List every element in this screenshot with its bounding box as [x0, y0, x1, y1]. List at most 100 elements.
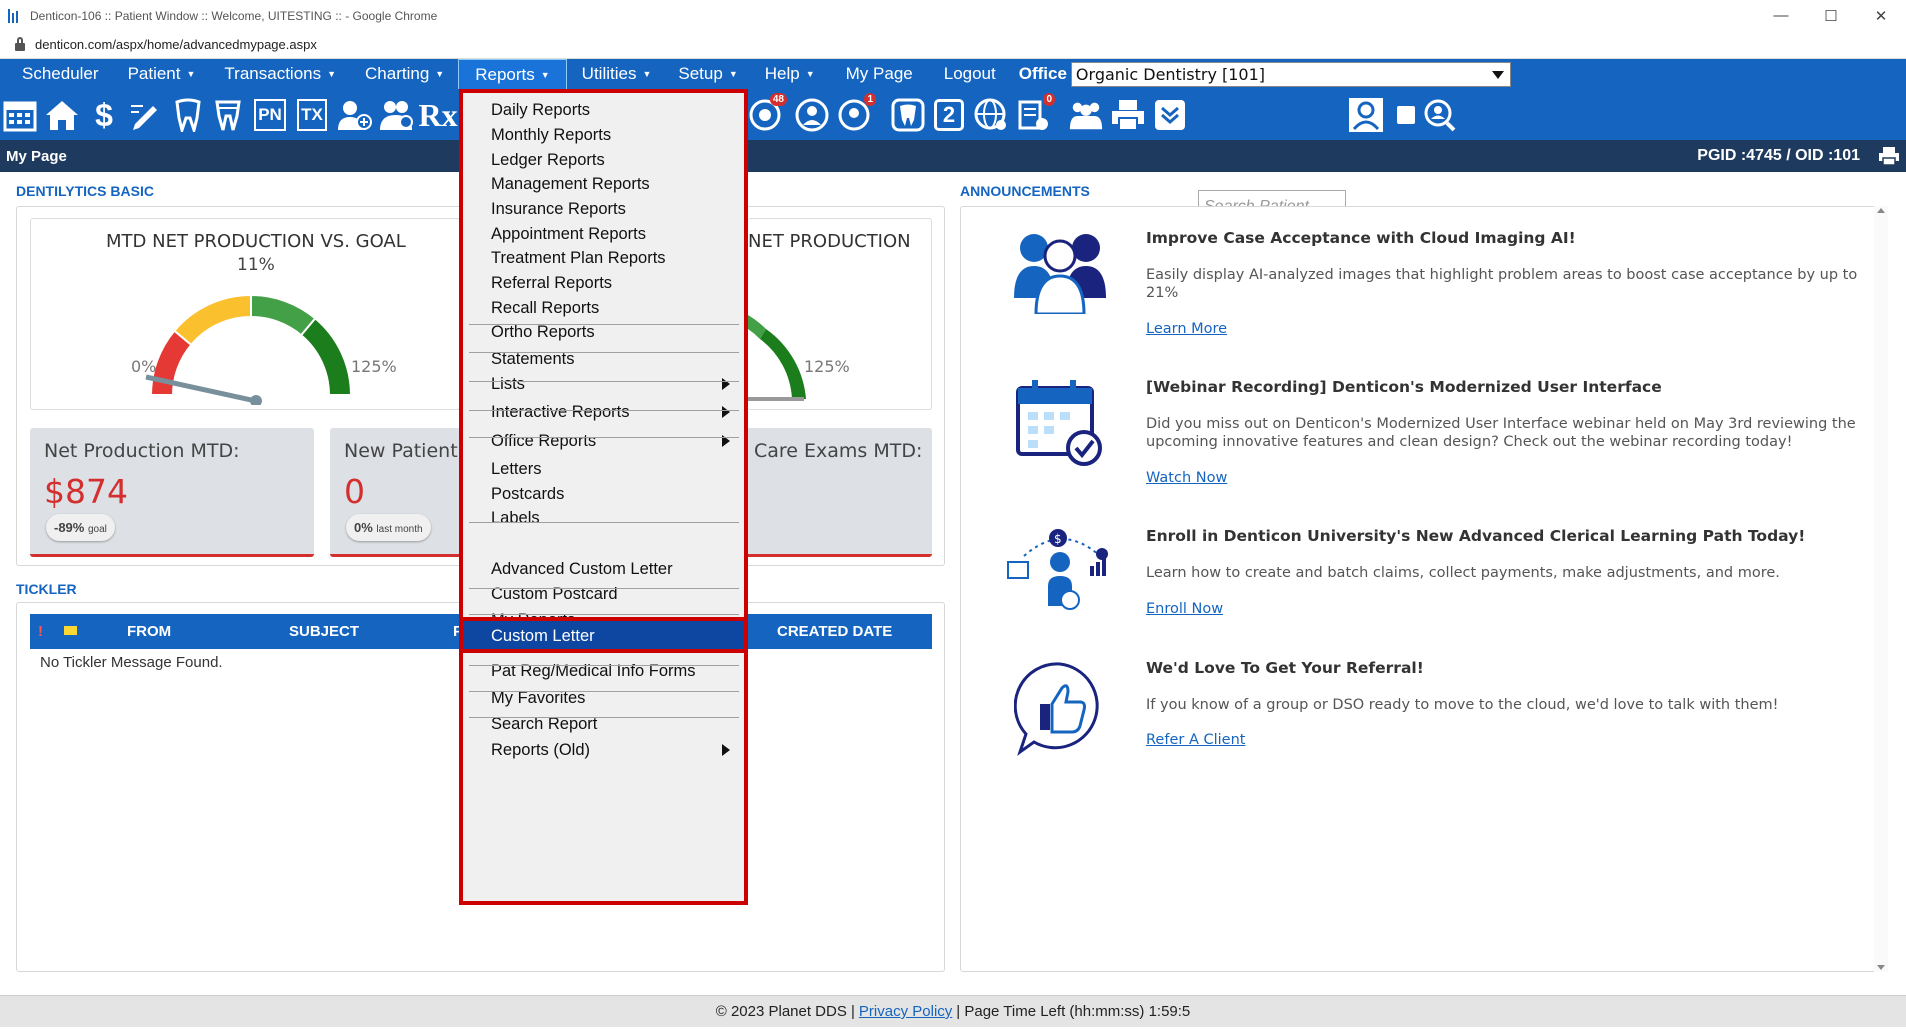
- announcement-title: [Webinar Recording] Denticon's Modernize…: [1146, 378, 1662, 396]
- announcement-title: Improve Case Acceptance with Cloud Imagi…: [1146, 229, 1576, 247]
- checkbox-icon[interactable]: [1388, 97, 1424, 133]
- enroll-now-link[interactable]: Enroll Now: [1146, 601, 1223, 617]
- home-icon[interactable]: [44, 97, 80, 133]
- menu-utilities[interactable]: Utilities ▼: [571, 59, 663, 89]
- menu-patient[interactable]: Patient ▼: [117, 59, 207, 89]
- menu-item-lists[interactable]: Lists: [463, 370, 744, 398]
- menu-item-my-favorites[interactable]: My Favorites: [463, 684, 744, 712]
- inbox-icon[interactable]: [1152, 97, 1188, 133]
- chevron-down-icon: ▼: [642, 69, 652, 79]
- dollar-icon[interactable]: $: [86, 97, 122, 133]
- menu-separator: [469, 588, 739, 589]
- menu-separator: [469, 437, 739, 438]
- menu-logout[interactable]: Logout: [933, 59, 1007, 89]
- menu-item-office-reports[interactable]: Office Reports: [463, 427, 744, 455]
- gauge-chart: [145, 293, 353, 405]
- watch-now-link[interactable]: Watch Now: [1146, 470, 1227, 486]
- gauge-pivot: [250, 395, 262, 405]
- rx-icon[interactable]: Rx: [418, 97, 457, 133]
- menu-separator: [469, 665, 739, 666]
- menu-item-custom-postcard[interactable]: Custom Postcard: [463, 580, 744, 608]
- gauge-card-2: NET PRODUCTION 125%: [748, 218, 932, 410]
- app-icon: [8, 8, 22, 23]
- menu-transactions[interactable]: Transactions ▼: [213, 59, 347, 89]
- support-icon[interactable]: 1: [836, 93, 876, 133]
- menu-setup[interactable]: Setup ▼: [667, 59, 748, 89]
- address-bar[interactable]: denticon.com/aspx/home/advancedmypage.as…: [0, 31, 1906, 59]
- menu-item-interactive-reports[interactable]: Interactive Reports: [463, 398, 744, 426]
- group-icon[interactable]: [1068, 97, 1104, 133]
- privacy-policy-link[interactable]: Privacy Policy: [859, 1003, 952, 1020]
- tooth-icon[interactable]: [890, 97, 926, 133]
- menu-item-treatment-plan-reports[interactable]: Treatment Plan Reports: [463, 244, 744, 272]
- forms-badge: 0: [1043, 93, 1055, 106]
- add-patient-icon[interactable]: [336, 97, 372, 133]
- close-button[interactable]: ✕: [1856, 0, 1906, 31]
- flag-icon: !: [38, 623, 43, 640]
- menu-item-labels[interactable]: Labels: [463, 504, 744, 532]
- help-icon[interactable]: 2: [931, 97, 967, 133]
- tx-icon[interactable]: TX: [294, 97, 330, 133]
- patient-search-icon[interactable]: [1420, 97, 1456, 133]
- forms-icon[interactable]: 0: [1015, 93, 1055, 133]
- svg-text:$: $: [1054, 532, 1062, 546]
- menu-scheduler[interactable]: Scheduler: [11, 59, 110, 89]
- menu-reports[interactable]: Reports ▼: [458, 59, 567, 89]
- perio-icon[interactable]: [210, 97, 246, 133]
- menu-item-insurance-reports[interactable]: Insurance Reports: [463, 195, 744, 223]
- care-exams-card: Care Exams MTD:: [748, 428, 932, 557]
- tooth-chart-icon[interactable]: [170, 97, 206, 133]
- gauge-title-2: NET PRODUCTION: [748, 231, 911, 252]
- messages-badge: 1: [864, 93, 876, 106]
- tickler-title: TICKLER: [16, 581, 77, 597]
- lifebuoy-icon[interactable]: [794, 97, 830, 133]
- maximize-button[interactable]: ☐: [1806, 0, 1856, 31]
- menu-item-search-report[interactable]: Search Report: [463, 710, 744, 738]
- print-icon[interactable]: [1110, 97, 1146, 133]
- chevron-down-icon: ▼: [540, 69, 550, 80]
- menu-item-daily-reports[interactable]: Daily Reports: [463, 96, 744, 124]
- calendar-icon[interactable]: [2, 97, 38, 133]
- menu-item-referral-reports[interactable]: Referral Reports: [463, 269, 744, 297]
- col-subject[interactable]: SUBJECT: [289, 623, 359, 640]
- menu-item-advanced-custom-letter[interactable]: Advanced Custom Letter: [463, 555, 744, 583]
- menu-item-management-reports[interactable]: Management Reports: [463, 170, 744, 198]
- announcement-body: If you know of a group or DSO ready to m…: [1146, 697, 1779, 713]
- menu-item-statements[interactable]: Statements: [463, 345, 744, 373]
- menu-item-monthly-reports[interactable]: Monthly Reports: [463, 121, 744, 149]
- menu-charting[interactable]: Charting ▼: [354, 59, 455, 89]
- office-select[interactable]: Organic Dentistry [101]: [1070, 61, 1511, 87]
- page-title: My Page: [6, 147, 67, 165]
- chevron-down-icon: ▼: [435, 69, 445, 79]
- minimize-button[interactable]: —: [1756, 0, 1806, 31]
- menu-item-pat-reg-medical-info-forms[interactable]: Pat Reg/Medical Info Forms: [463, 657, 744, 685]
- col-created-date[interactable]: CREATED DATE: [777, 623, 892, 640]
- menu-item-ortho-reports[interactable]: Ortho Reports: [463, 318, 744, 346]
- web-icon[interactable]: [973, 97, 1009, 133]
- pn-icon[interactable]: PN: [252, 97, 288, 133]
- footer-time-left: | Page Time Left (hh:mm:ss) 1:59:5: [956, 1003, 1191, 1020]
- alerts-icon[interactable]: 48: [747, 93, 787, 133]
- user-search-icon[interactable]: [1348, 97, 1384, 133]
- window-title: Denticon-106 :: Patient Window :: Welcom…: [30, 8, 438, 23]
- card-pill: 0% last month: [346, 514, 431, 541]
- menu-item-custom-letter-highlighted[interactable]: Custom Letter: [459, 617, 748, 653]
- menu-item-reports-old[interactable]: Reports (Old): [463, 736, 744, 764]
- gauge-segment-3: [299, 316, 353, 396]
- footer-copyright: © 2023 Planet DDS |: [715, 1003, 855, 1020]
- printer-icon[interactable]: [1878, 146, 1900, 170]
- family-icon[interactable]: [378, 97, 414, 133]
- menu-help[interactable]: Help ▼: [754, 59, 826, 89]
- announcements-scrollbar[interactable]: [1874, 206, 1888, 972]
- url-text[interactable]: denticon.com/aspx/home/advancedmypage.as…: [35, 37, 317, 52]
- menu-item-letters[interactable]: Letters: [463, 455, 744, 483]
- menu-separator: [469, 410, 739, 411]
- announcements-title: ANNOUNCEMENTS: [960, 183, 1090, 199]
- learn-more-link[interactable]: Learn More: [1146, 321, 1227, 337]
- pencil-icon[interactable]: [128, 97, 164, 133]
- col-from[interactable]: FROM: [127, 623, 171, 640]
- alerts-badge: 48: [769, 93, 787, 106]
- refer-a-client-link[interactable]: Refer A Client: [1146, 732, 1245, 748]
- learning-path-icon: $: [1004, 526, 1120, 623]
- menu-my-page[interactable]: My Page: [835, 59, 924, 89]
